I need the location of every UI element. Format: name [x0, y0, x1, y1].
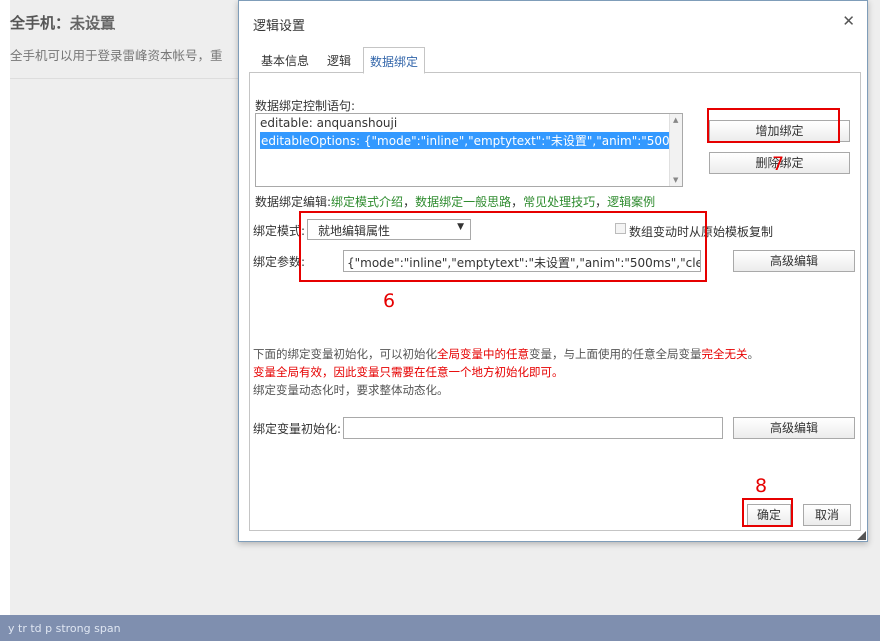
link-binding-ideas[interactable]: 数据绑定一般思路 [415, 195, 511, 209]
phone-field-title: 全手机：未设置 [10, 12, 115, 33]
scroll-up-icon[interactable]: ▲ [673, 116, 678, 124]
link-binding-modes[interactable]: 绑定模式介绍 [331, 195, 403, 209]
bind-mode-label: 绑定模式: [253, 224, 306, 238]
note-line-3: 绑定变量动态化时，要求整体动态化。 [253, 383, 449, 397]
separator: ， [403, 195, 416, 209]
note-text: 变量，与上面使用的任意全局变量 [529, 347, 702, 361]
separator: ， [511, 195, 524, 209]
statement-item-selected[interactable]: editableOptions: {"mode":"inline","empty… [260, 132, 682, 149]
note-line-2: 变量全局有效，因此变量只需要在任意一个地方初始化即可。 [253, 365, 564, 379]
annotation-box-6 [299, 211, 707, 282]
element-path-text: y tr td p strong span [8, 622, 121, 635]
binding-edit-prefix: 数据绑定编辑: [255, 195, 332, 209]
annotation-number-7: 7 [772, 153, 785, 175]
annotation-number-8: 8 [755, 475, 768, 497]
init-input[interactable] [343, 417, 723, 439]
tab-basic-info[interactable]: 基本信息 [255, 47, 315, 73]
resize-handle[interactable] [857, 531, 866, 540]
note-text: 下面的绑定变量初始化，可以初始化 [253, 347, 437, 361]
binding-statement-list[interactable]: editable: anquanshouji editableOptions: … [255, 113, 683, 187]
dialog-title: 逻辑设置 [253, 19, 306, 34]
binding-edit-line: 数据绑定编辑:绑定模式介绍，数据绑定一般思路，常见处理技巧，逻辑案例 [255, 193, 655, 210]
statement-item[interactable]: editable: anquanshouji [260, 116, 397, 130]
scrollbar[interactable]: ▲ ▼ [669, 114, 682, 186]
init-label: 绑定变量初始化: [253, 422, 342, 436]
annotation-number-6: 6 [383, 290, 396, 312]
advanced-edit-button[interactable]: 高级编辑 [733, 250, 855, 272]
tab-logic[interactable]: 逻辑 [321, 47, 357, 73]
tab-bar: 基本信息 逻辑 数据绑定 [249, 47, 861, 74]
annotation-box-7 [707, 108, 840, 143]
note-text: 。 [747, 347, 760, 361]
cancel-button[interactable]: 取消 [803, 504, 851, 526]
close-icon[interactable]: ✕ [842, 12, 855, 30]
phone-title-value[interactable]: 未设置 [70, 14, 115, 32]
statement-label: 数据绑定控制语句: [255, 99, 356, 113]
bind-params-label: 绑定参数: [253, 255, 306, 269]
note-line-1: 下面的绑定变量初始化，可以初始化全局变量中的任意变量，与上面使用的任意全局变量完… [253, 346, 759, 362]
tab-data-binding[interactable]: 数据绑定 [363, 47, 426, 74]
annotation-box-8 [742, 498, 793, 527]
link-logic-cases[interactable]: 逻辑案例 [607, 195, 655, 209]
phone-title-prefix: 全手机： [10, 14, 71, 32]
advanced-edit-button-2[interactable]: 高级编辑 [733, 417, 855, 439]
scroll-down-icon[interactable]: ▼ [673, 176, 678, 184]
note-emphasis: 完全无关 [701, 347, 748, 361]
phone-field-description: 全手机可以用于登录雷峰资本帐号，重 [10, 48, 223, 63]
element-path-bar: y tr td p strong span [0, 615, 880, 641]
divider [10, 78, 240, 79]
link-common-tips[interactable]: 常见处理技巧 [523, 195, 595, 209]
note-emphasis: 全局变量中的任意 [437, 347, 529, 361]
separator: ， [595, 195, 608, 209]
